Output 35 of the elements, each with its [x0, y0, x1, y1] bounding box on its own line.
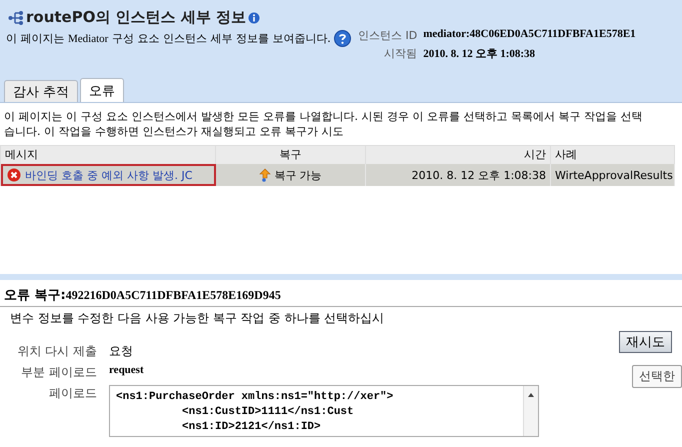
field-value: 요청	[109, 343, 134, 360]
error-message-link[interactable]: 바인딩 호출 중 예외 사항 발생. JC	[25, 168, 192, 182]
info-label: 인스턴스 ID	[358, 28, 418, 43]
page-title: routePO의 인스턴스 세부 정보	[26, 8, 246, 27]
info-label: 시작됨	[383, 46, 418, 61]
description-text: 습니다. 이 작업을 수행하면 인스턴스가 재실행되고 오류 복구가 시도	[4, 124, 344, 139]
scroll-up-icon[interactable]	[527, 391, 535, 399]
field-label: 위치 다시 제출	[16, 343, 97, 360]
info-value: mediator:48C06ED0A5C711DFBFA1E578E1	[423, 28, 636, 42]
recovery-icon	[259, 168, 272, 182]
tab[interactable]: 오류	[80, 78, 124, 102]
section-title: 오류 복구:492216D0A5C711DFBFA1E578E169D945	[4, 288, 281, 303]
table-cell: 복구 가능	[274, 168, 322, 182]
field-label: 페이로드	[48, 385, 97, 402]
column-header: 사례	[551, 145, 675, 164]
column-header: 시간	[366, 145, 551, 164]
error-icon	[7, 168, 21, 182]
field-value: request	[109, 364, 145, 376]
column-header: 복구	[216, 145, 366, 164]
description-text: 이 페이지는 이 구성 요소 인스턴스에서 발생한 모든 오류를 나열합니다. 시된 경우 이 오류를 선택하고 목록에서 복구 작업을 선택	[4, 109, 644, 124]
instruction-text: 변수 정보를 수정한 다음 사용 가능한 복구 작업 중 하나를 선택하십시	[10, 311, 384, 325]
help-icon[interactable]	[334, 30, 351, 47]
table-cell: WirteApprovalResults	[551, 164, 675, 186]
field-label: 부분 페이로드	[20, 364, 97, 381]
table-cell: 2010. 8. 12 오후 1:08:38	[366, 164, 551, 186]
payload-textarea[interactable]: <ns1:PurchaseOrder xmlns:ns1="http://xer"> <ns1:CustID>1111</ns1:Cust <ns1:ID>2121</ns1:ID>	[109, 385, 539, 437]
info-icon[interactable]	[248, 12, 260, 24]
column-header: 메시지	[1, 145, 216, 164]
retry-button[interactable]: 재시도	[619, 331, 672, 353]
tooltip: 선택한	[632, 365, 682, 388]
route-icon	[8, 10, 24, 26]
info-value: 2010. 8. 12 오후 1:08:38	[423, 47, 536, 61]
page-subtitle: 이 페이지는 Mediator 구성 요소 인스턴스 세부 정보를 보여줍니다.	[6, 31, 331, 46]
scrollbar[interactable]	[523, 386, 538, 436]
tab[interactable]: 감사 추적	[4, 80, 78, 102]
